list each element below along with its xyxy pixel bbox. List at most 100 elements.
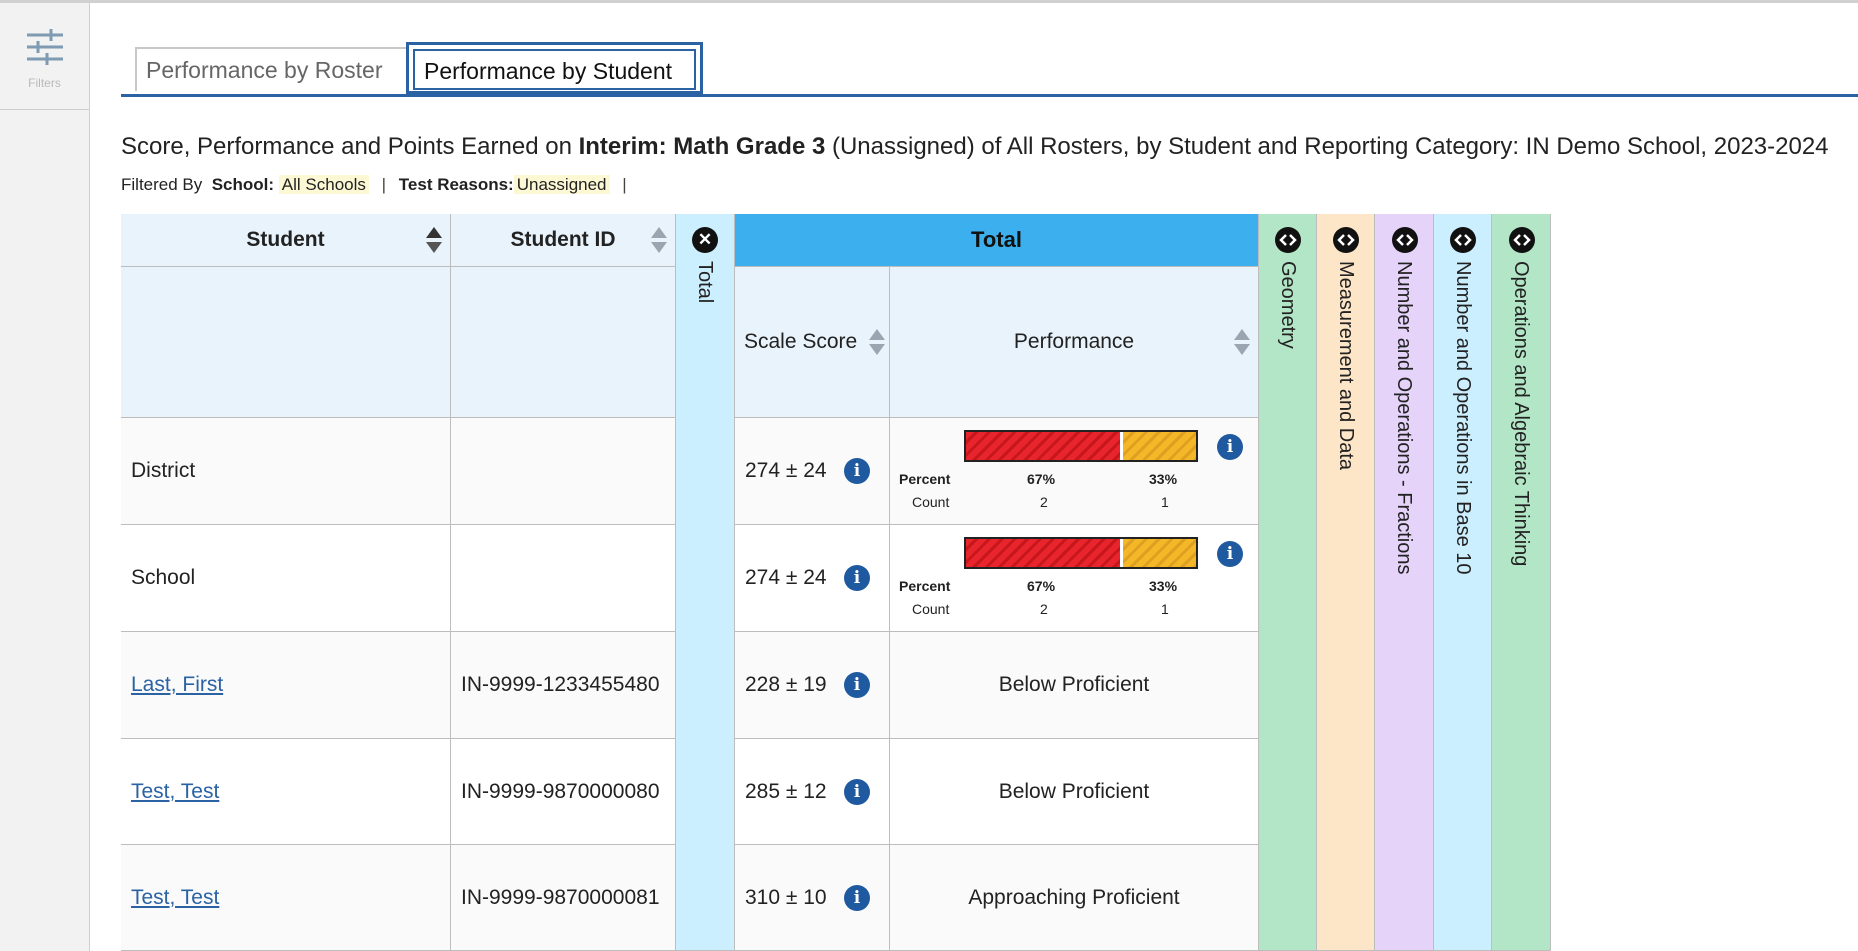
info-icon[interactable]: i bbox=[844, 458, 870, 484]
row-label-district: District bbox=[121, 418, 451, 525]
table-row-student-cell: Test, Test bbox=[121, 739, 451, 845]
bar-segment-approaching-proficient bbox=[1120, 432, 1196, 460]
scale-score-cell: 310 ± 10 i bbox=[735, 845, 890, 951]
column-header-student-id[interactable]: Student ID bbox=[451, 214, 676, 267]
student-header-label: Student bbox=[246, 228, 325, 251]
red-count: 2 bbox=[1040, 494, 1048, 510]
separator: | bbox=[622, 175, 627, 194]
student-name-link[interactable]: Last, First bbox=[131, 673, 223, 697]
separator: | bbox=[381, 175, 387, 194]
scale-score-value: 310 ± 10 bbox=[745, 885, 827, 909]
bar-segment-below-proficient bbox=[966, 432, 1121, 460]
scale-score-cell: 228 ± 19 i bbox=[735, 632, 890, 739]
info-icon[interactable]: i bbox=[844, 779, 870, 805]
header-spacer bbox=[451, 267, 676, 418]
report-caption: Score, Performance and Points Earned on … bbox=[121, 133, 1829, 161]
table-row-student-cell: Test, Test bbox=[121, 845, 451, 951]
scale-score-value: 274 ± 24 bbox=[745, 566, 827, 589]
sort-icon[interactable] bbox=[869, 329, 885, 355]
scale-score-cell: 274 ± 24 i bbox=[735, 525, 890, 632]
performance-distribution-cell: i Percent Count 67% 2 33% 1 bbox=[890, 418, 1259, 525]
caption-prefix: Score, Performance and Points Earned on bbox=[121, 133, 579, 160]
filtered-by: Filtered By School: All Schools | Test R… bbox=[121, 175, 635, 195]
performance-distribution-bar bbox=[964, 430, 1198, 462]
performance-header-label: Performance bbox=[1013, 330, 1135, 353]
total-group-label: Total bbox=[971, 227, 1022, 252]
row-label-school: School bbox=[121, 525, 451, 632]
results-table: Student Student ID ✕ Total Total Scale S… bbox=[121, 214, 1551, 951]
sort-icon[interactable] bbox=[426, 227, 442, 253]
tab-performance-by-student[interactable]: Performance by Student bbox=[406, 42, 703, 94]
student-id-cell: IN-9999-1233455480 bbox=[451, 632, 676, 739]
expand-icon[interactable] bbox=[1450, 227, 1476, 253]
column-header-scale-score[interactable]: Scale Score bbox=[735, 267, 890, 418]
top-border bbox=[0, 0, 1858, 3]
yellow-count: 1 bbox=[1161, 494, 1169, 510]
performance-level-cell: Approaching Proficient bbox=[890, 845, 1259, 951]
category-label-measurement-and-data: Measurement and Data bbox=[1335, 261, 1357, 471]
red-percent: 67% bbox=[1027, 471, 1056, 487]
info-icon[interactable]: i bbox=[1217, 434, 1243, 460]
scale-score-value: 228 ± 19 bbox=[745, 673, 827, 696]
filtered-by-label: Filtered By bbox=[121, 175, 203, 194]
student-name-link[interactable]: Test, Test bbox=[131, 886, 219, 910]
category-label-algebraic-thinking: Operations and Algebraic Thinking bbox=[1510, 261, 1532, 567]
count-label: Count bbox=[912, 601, 950, 617]
red-count: 2 bbox=[1040, 601, 1048, 617]
info-icon[interactable]: i bbox=[844, 672, 870, 698]
student-name-link[interactable]: Test, Test bbox=[131, 780, 219, 804]
total-collapsed-column bbox=[676, 214, 735, 951]
student-id-cell bbox=[451, 525, 676, 632]
info-icon[interactable]: i bbox=[1217, 541, 1243, 567]
performance-distribution-cell: i Percent Count 67% 2 33% 1 bbox=[890, 525, 1259, 632]
expand-icon[interactable] bbox=[1509, 227, 1535, 253]
total-group-header: Total bbox=[735, 214, 1259, 267]
school-filter-label: School: bbox=[211, 175, 275, 194]
student-id-cell bbox=[451, 418, 676, 525]
sort-icon[interactable] bbox=[1234, 329, 1250, 355]
percent-label: Percent bbox=[899, 578, 951, 594]
bar-segment-below-proficient bbox=[966, 539, 1121, 567]
expand-icon[interactable] bbox=[1275, 227, 1301, 253]
filters-button[interactable]: Filters bbox=[0, 3, 89, 110]
category-label-base-10: Number and Operations in Base 10 bbox=[1452, 261, 1474, 575]
percent-label: Percent bbox=[899, 471, 951, 487]
yellow-percent: 33% bbox=[1149, 578, 1178, 594]
sidebar: Filters bbox=[0, 3, 90, 951]
caption-suffix: (Unassigned) of All Rosters, by Student … bbox=[825, 133, 1829, 160]
performance-level-cell: Below Proficient bbox=[890, 632, 1259, 739]
student-id-header-label: Student ID bbox=[510, 228, 616, 251]
count-label: Count bbox=[912, 494, 950, 510]
category-label-fractions: Number and Operations - Fractions bbox=[1393, 261, 1415, 575]
tab-label: Performance by Student bbox=[413, 49, 696, 90]
sliders-icon bbox=[27, 29, 63, 65]
test-reasons-label: Test Reasons: bbox=[398, 175, 514, 194]
expand-icon[interactable] bbox=[1333, 227, 1359, 253]
tab-performance-by-roster[interactable]: Performance by Roster bbox=[135, 47, 420, 91]
test-reasons-value: Unassigned bbox=[513, 175, 610, 194]
total-collapsed-label: Total bbox=[694, 261, 716, 304]
bar-segment-approaching-proficient bbox=[1120, 539, 1196, 567]
performance-level-cell: Below Proficient bbox=[890, 739, 1259, 845]
table-row-student-cell: Last, First bbox=[121, 632, 451, 739]
student-id-cell: IN-9999-9870000081 bbox=[451, 845, 676, 951]
student-id-cell: IN-9999-9870000080 bbox=[451, 739, 676, 845]
scale-score-value: 285 ± 12 bbox=[745, 779, 827, 803]
header-spacer bbox=[121, 267, 451, 418]
yellow-count: 1 bbox=[1161, 601, 1169, 617]
info-icon[interactable]: i bbox=[844, 885, 870, 911]
scale-score-cell: 285 ± 12 i bbox=[735, 739, 890, 845]
scale-score-value: 274 ± 24 bbox=[745, 459, 827, 482]
school-filter-value: All Schools bbox=[278, 175, 369, 194]
sort-icon[interactable] bbox=[651, 227, 667, 253]
close-circle-icon[interactable]: ✕ bbox=[692, 227, 718, 253]
info-icon[interactable]: i bbox=[844, 565, 870, 591]
scale-score-header-label: Scale Score bbox=[744, 330, 858, 353]
caption-assessment: Interim: Math Grade 3 bbox=[578, 133, 826, 160]
category-label-geometry: Geometry bbox=[1277, 261, 1299, 349]
column-header-performance[interactable]: Performance bbox=[890, 267, 1259, 418]
performance-distribution-bar bbox=[964, 537, 1198, 569]
filters-label: Filters bbox=[28, 76, 61, 90]
expand-icon[interactable] bbox=[1392, 227, 1418, 253]
column-header-student[interactable]: Student bbox=[121, 214, 451, 267]
